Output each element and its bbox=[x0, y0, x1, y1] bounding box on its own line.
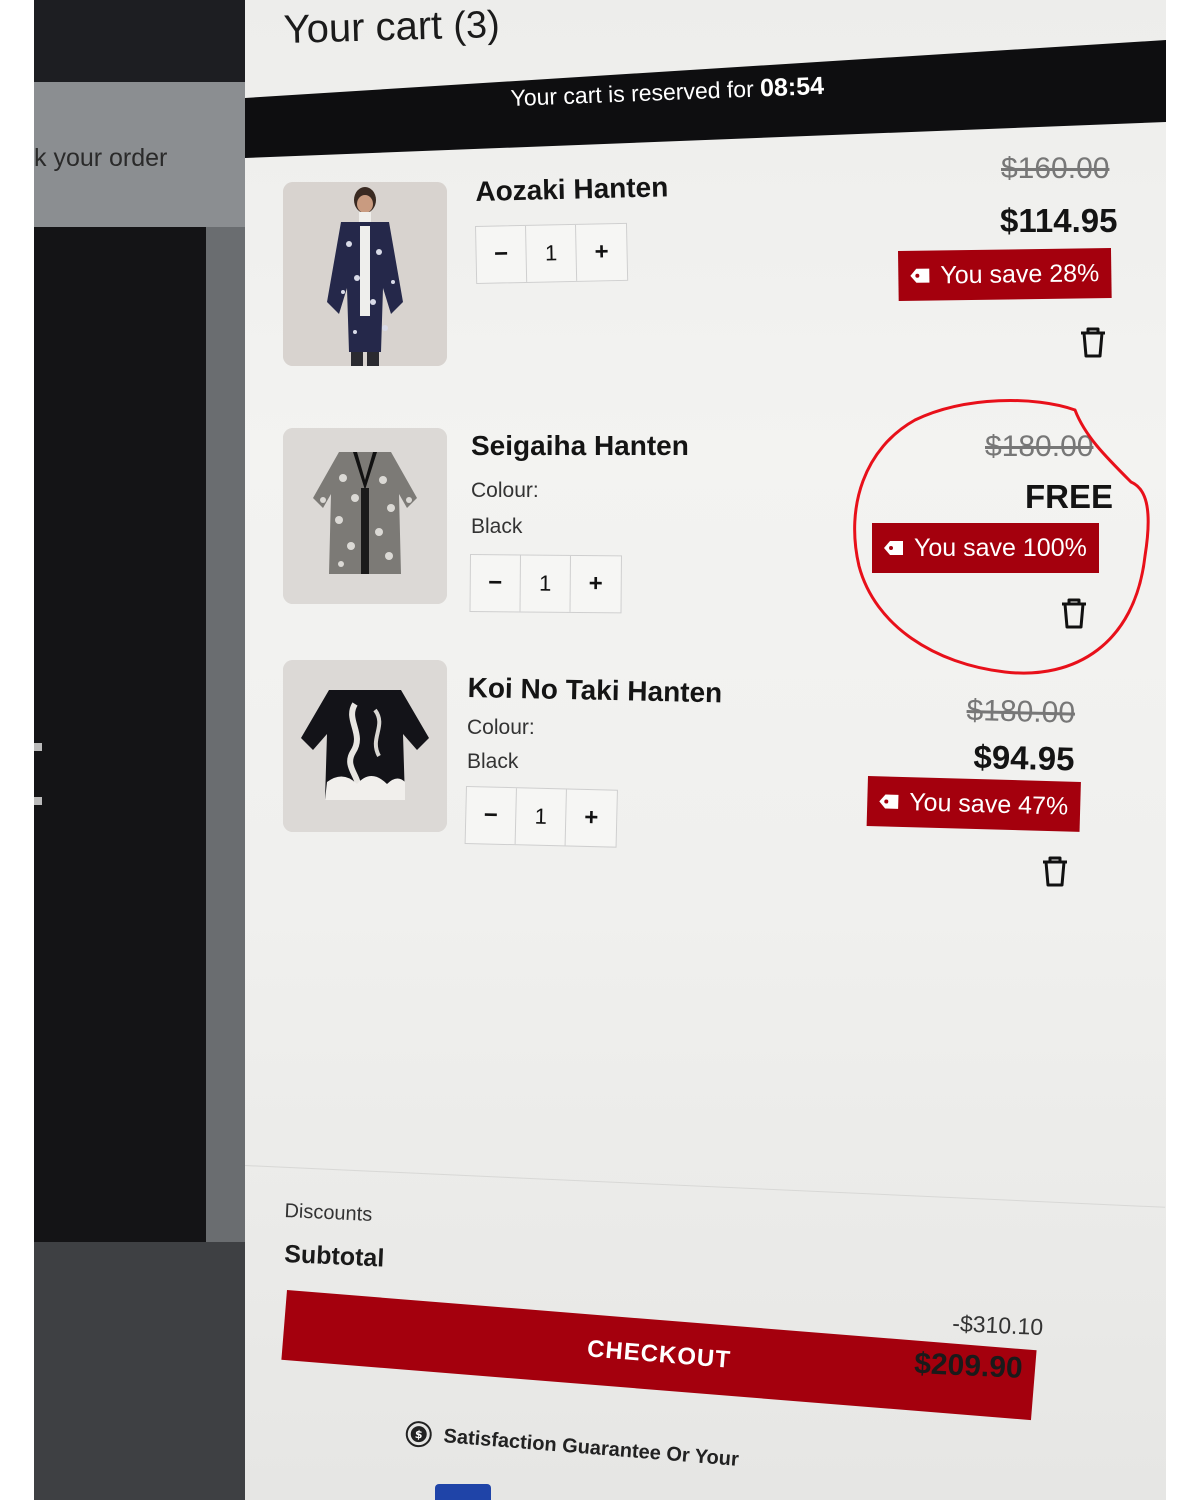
reservation-timer: 08:54 bbox=[759, 71, 825, 103]
quantity-stepper[interactable]: − 1 + bbox=[475, 222, 629, 284]
quantity-stepper[interactable]: − 1 + bbox=[464, 786, 618, 848]
cart-drawer: Your cart (3) Your cart is reserved for … bbox=[245, 0, 1166, 1500]
quantity-stepper[interactable]: − 1 + bbox=[469, 554, 622, 614]
decrease-quantity-button[interactable]: − bbox=[465, 787, 517, 845]
savings-text: You save 47% bbox=[908, 787, 1069, 821]
cart-title-text: Your cart bbox=[283, 3, 443, 52]
menu-mark bbox=[34, 743, 42, 805]
photo-border-left bbox=[0, 0, 34, 1500]
cart-title: Your cart (3) bbox=[283, 2, 500, 53]
summary-divider bbox=[245, 1165, 1166, 1208]
original-price: $160.00 bbox=[1001, 152, 1110, 185]
discounts-value: -$310.10 bbox=[951, 1310, 1044, 1341]
savings-badge: You save 47% bbox=[866, 776, 1081, 832]
colour-value: Black bbox=[471, 515, 523, 538]
decrease-quantity-button[interactable]: − bbox=[470, 555, 521, 612]
quantity-value[interactable]: 1 bbox=[526, 224, 578, 282]
sale-price: FREE bbox=[1025, 478, 1114, 515]
model-wearing-jacket-image bbox=[283, 182, 447, 366]
original-price: $180.00 bbox=[985, 430, 1094, 463]
photo-border-right bbox=[1166, 0, 1200, 1500]
original-price: $180.00 bbox=[966, 694, 1076, 730]
increase-quantity-button[interactable]: + bbox=[570, 556, 620, 612]
money-back-icon: $ bbox=[405, 1421, 432, 1448]
background-header bbox=[34, 0, 249, 82]
subtotal-label: Subtotal bbox=[283, 1240, 385, 1273]
colour-label: Colour: bbox=[471, 479, 539, 502]
item-name[interactable]: Koi No Taki Hanten bbox=[467, 672, 722, 709]
price-tag-icon bbox=[879, 794, 899, 809]
payment-badge bbox=[435, 1484, 491, 1500]
product-image-aozaki[interactable] bbox=[283, 182, 447, 366]
savings-badge: You save 100% bbox=[872, 523, 1099, 573]
colour-value: Black bbox=[467, 750, 519, 773]
svg-text:$: $ bbox=[414, 1428, 423, 1442]
product-image-koi-no-taki[interactable] bbox=[283, 660, 447, 832]
track-order-link[interactable]: k your order bbox=[34, 144, 167, 173]
background-footer bbox=[34, 1242, 249, 1500]
colour-label: Colour: bbox=[467, 716, 535, 739]
cart-count: (3) bbox=[452, 3, 501, 48]
trash-icon[interactable] bbox=[1078, 326, 1108, 358]
sale-price: $94.95 bbox=[973, 738, 1075, 778]
savings-badge: You save 28% bbox=[898, 248, 1112, 301]
satisfaction-guarantee: $ Satisfaction Guarantee Or Your bbox=[403, 1418, 740, 1475]
decrease-quantity-button[interactable]: − bbox=[476, 225, 528, 283]
subtotal-value: $209.90 bbox=[913, 1347, 1024, 1385]
product-image-seigaiha[interactable] bbox=[283, 428, 447, 604]
koi-jacket-image bbox=[283, 660, 447, 832]
increase-quantity-button[interactable]: + bbox=[566, 789, 617, 846]
trash-icon[interactable] bbox=[1059, 597, 1089, 629]
price-tag-icon bbox=[910, 268, 930, 283]
background-page-overlay[interactable]: k your order bbox=[34, 0, 249, 1500]
increase-quantity-button[interactable]: + bbox=[576, 224, 627, 281]
guarantee-text: Satisfaction Guarantee Or Your bbox=[442, 1424, 740, 1471]
background-image-panel bbox=[34, 227, 206, 1242]
trash-icon[interactable] bbox=[1040, 855, 1070, 887]
item-name[interactable]: Seigaiha Hanten bbox=[471, 430, 689, 462]
sale-price: $114.95 bbox=[1000, 202, 1118, 239]
patterned-jacket-image bbox=[283, 428, 447, 604]
price-tag-icon bbox=[884, 541, 903, 555]
discounts-label: Discounts bbox=[284, 1200, 373, 1226]
quantity-value[interactable]: 1 bbox=[515, 788, 567, 846]
savings-text: You save 28% bbox=[940, 258, 1100, 289]
quantity-value[interactable]: 1 bbox=[520, 555, 571, 612]
item-name[interactable]: Aozaki Hanten bbox=[475, 171, 669, 208]
savings-text: You save 100% bbox=[914, 533, 1087, 562]
